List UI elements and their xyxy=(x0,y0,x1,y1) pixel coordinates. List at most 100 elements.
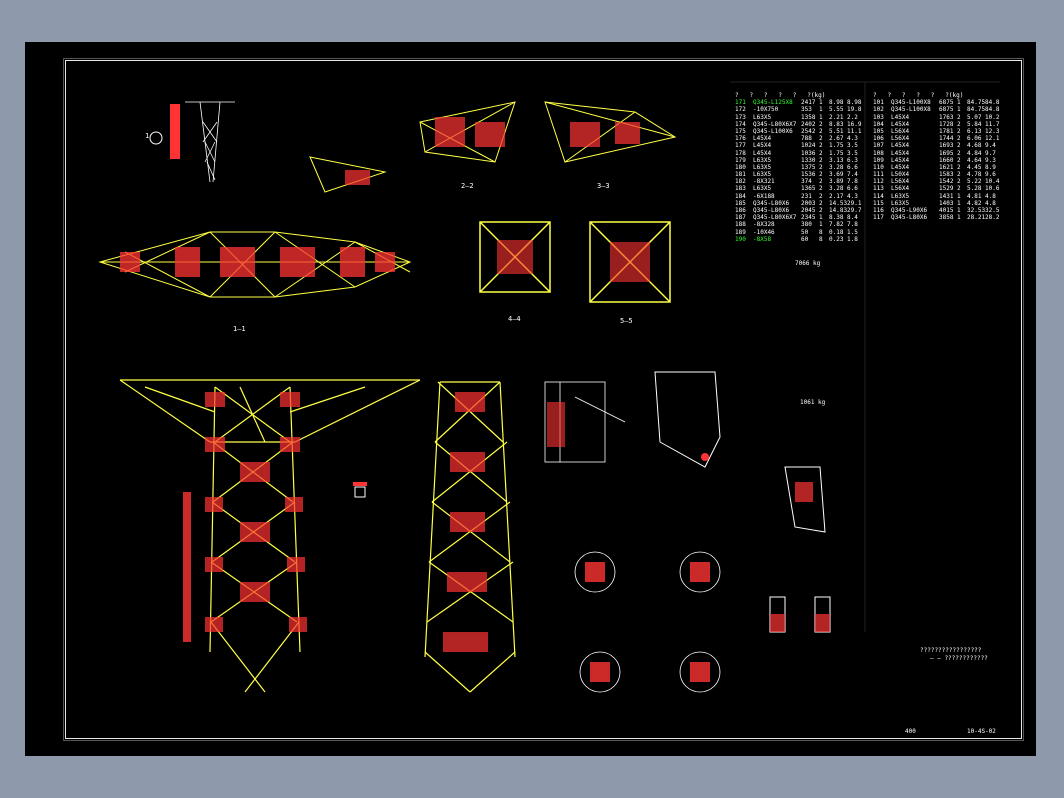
table-cell-spec: L63X5 xyxy=(753,156,772,164)
table-row: 109 L45X4 1660 2 4.64 9.3 xyxy=(873,157,1003,164)
table-cell-len: 2402 xyxy=(801,120,816,128)
table-cell-len: 1744 xyxy=(939,135,954,143)
table-cell-w2: 12.1 xyxy=(985,135,1000,143)
table-cell-w2: 4.8 xyxy=(985,199,996,207)
table-cell-qty: 1 xyxy=(819,99,823,107)
table-cell-w1: 2.67 xyxy=(829,135,844,143)
table-cell-w2: 9.3 xyxy=(985,156,996,164)
table-cell-qty: 1 xyxy=(957,99,961,107)
table-cell-no: 109 xyxy=(873,156,884,164)
table-cell-w1: 8.38 xyxy=(829,214,844,222)
table-cell-w1: 84.75 xyxy=(967,99,986,107)
table-cell-spec: L45X4 xyxy=(891,156,910,164)
table-cell-w1: 6.06 xyxy=(967,135,982,143)
table-cell-no: 102 xyxy=(873,106,884,114)
table-row: 186 Q345-L80X6 2045 2 14.8329.7 xyxy=(735,207,865,214)
table-cell-qty: 2 xyxy=(819,199,823,207)
index-circle xyxy=(149,131,163,145)
table-cell-w1: 3.69 xyxy=(829,171,844,179)
table-cell-w2: 32.5 xyxy=(985,207,1000,214)
table-cell-len: 1330 xyxy=(801,156,816,164)
table-row: 105 L56X4 1781 2 6.13 12.3 xyxy=(873,128,1003,135)
table-row: 115 L63X5 1403 1 4.82 4.8 xyxy=(873,200,1003,207)
table-cell-no: 189 xyxy=(735,228,746,236)
table-cell-no: 111 xyxy=(873,171,884,179)
table-cell-no: 187 xyxy=(735,214,746,222)
table-cell-spec: L56X4 xyxy=(891,127,910,135)
table-cell-spec: Q345-L100X8 xyxy=(891,106,931,114)
table-header: ? ? ? ? ? ?(kg) xyxy=(873,92,964,99)
table-cell-len: 50 xyxy=(801,228,809,236)
table-row: 103 L45X4 1763 2 5.07 10.2 xyxy=(873,114,1003,121)
table-cell-w2: 4.3 xyxy=(847,192,858,200)
table-cell-spec: L56X4 xyxy=(891,135,910,143)
table-cell-w2: 29.1 xyxy=(847,199,862,207)
table-cell-len: 2003 xyxy=(801,199,816,207)
table-cell-no: 174 xyxy=(735,120,746,128)
table-cell-len: 788 xyxy=(801,135,812,143)
grand-total: 1061 kg xyxy=(800,399,826,406)
table-cell-w1: 14.83 xyxy=(829,207,848,214)
table-cell-w2: 11.1 xyxy=(847,127,862,135)
table-row: 107 L45X4 1693 2 4.68 9.4 xyxy=(873,142,1003,149)
table-cell-w2: 10.2 xyxy=(985,113,1000,121)
table-row: 179 L63X5 1330 2 3.13 6.3 xyxy=(735,157,865,164)
table-cell-qty: 2 xyxy=(957,127,961,135)
table-cell-qty: 2 xyxy=(957,185,961,193)
parts-table-left: ? ? ? ? ? ?(kg) 171 Q345-L125X8 2417 1 8.98 8.… xyxy=(735,92,865,243)
table-cell-w2: 19.8 xyxy=(847,106,862,114)
table-cell-spec: L45X4 xyxy=(891,142,910,150)
section-label-5: 5—5 xyxy=(620,317,633,325)
table-cell-w2: 9.6 xyxy=(985,171,996,179)
table-cell-w1: 4.78 xyxy=(967,171,982,179)
table-cell-no: 177 xyxy=(735,142,746,150)
table-cell-w1: 8.83 xyxy=(829,120,844,128)
table-cell-no: 106 xyxy=(873,135,884,143)
table-cell-w2: 4.8 xyxy=(985,192,996,200)
table-cell-len: 1542 xyxy=(939,178,954,186)
table-cell-no: 107 xyxy=(873,142,884,150)
table-cell-w1: 28.21 xyxy=(967,214,986,222)
table-cell-len: 1583 xyxy=(939,171,954,179)
table-cell-w1: 4.84 xyxy=(967,149,982,157)
table-cell-no: 179 xyxy=(735,156,746,164)
table-cell-spec: Q345-L125X8 xyxy=(753,99,793,107)
table-cell-spec: L63X5 xyxy=(753,113,772,121)
table-cell-spec: Q345-L100X8 xyxy=(891,99,931,107)
table-row: 104 L45X4 1728 2 5.84 11.7 xyxy=(873,121,1003,128)
table-cell-w2: 6.6 xyxy=(847,185,858,193)
table-cell-len: 2542 xyxy=(801,127,816,135)
table-cell-spec: L45X4 xyxy=(891,113,910,121)
table-row: 101 Q345-L100X8 6875 1 84.7584.8 xyxy=(873,99,1003,106)
table-cell-spec: L63X5 xyxy=(891,192,910,200)
table-cell-len: 1529 xyxy=(939,185,954,193)
table-cell-w2: 84.8 xyxy=(985,99,1000,107)
table-row: 116 Q345-L90X6 4015 1 32.5332.5 xyxy=(873,207,1003,214)
table-cell-qty: 2 xyxy=(957,171,961,179)
table-cell-w2: 11.7 xyxy=(985,120,1000,128)
table-cell-no: 186 xyxy=(735,207,746,214)
table-cell-len: 1695 xyxy=(939,149,954,157)
table-row: 188 -8X328 380 1 7.82 7.8 xyxy=(735,221,865,228)
table-row: 173 L63X5 1358 1 2.21 2.2 xyxy=(735,114,865,121)
section-3-3 xyxy=(544,101,677,163)
table-cell-no: 113 xyxy=(873,185,884,193)
table-cell-qty: 2 xyxy=(957,135,961,143)
table-cell-no: 171 xyxy=(735,99,746,107)
table-cell-spec: L45X4 xyxy=(753,142,772,150)
table-cell-qty: 2 xyxy=(819,156,823,164)
table-cell-w1: 0.18 xyxy=(829,228,844,236)
parts-table-right: ? ? ? ? ? ?(kg) 101 Q345-L100X8 6875 1 84.758… xyxy=(873,92,1003,221)
table-cell-qty: 1 xyxy=(819,221,823,229)
table-cell-qty: 1 xyxy=(819,113,823,121)
table-cell-spec: L45X4 xyxy=(753,135,772,143)
table-cell-qty: 2 xyxy=(957,149,961,157)
table-cell-qty: 2 xyxy=(819,178,823,186)
table-cell-w2: 6.3 xyxy=(847,156,858,164)
title-block-code: 10-4S-02 xyxy=(967,728,996,735)
table-cell-w2: 8.4 xyxy=(847,214,858,222)
table-cell-qty: 2 xyxy=(819,120,823,128)
table-row: 178 L45X4 1036 2 1.75 3.5 xyxy=(735,150,865,157)
table-cell-w2: 9.7 xyxy=(985,149,996,157)
table-cell-spec: L45X4 xyxy=(753,149,772,157)
